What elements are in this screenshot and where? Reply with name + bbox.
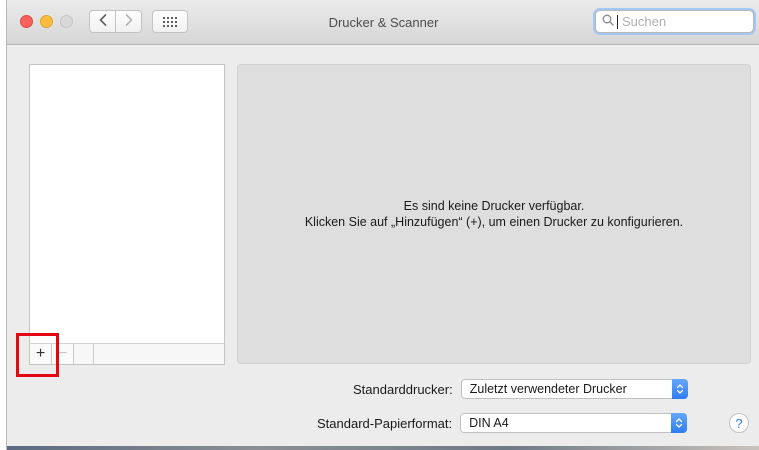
title-bar: Drucker & Scanner xyxy=(7,0,759,45)
text-cursor xyxy=(617,14,618,29)
default-printer-row: Standarddrucker: Zuletzt verwendeter Dru… xyxy=(353,379,688,399)
paper-format-label: Standard-Papierformat: xyxy=(317,415,453,431)
search-field[interactable] xyxy=(595,10,754,33)
toolbar-divider xyxy=(74,344,94,364)
paper-format-value: DIN A4 xyxy=(469,416,509,430)
updown-arrows-icon xyxy=(671,413,688,433)
help-button[interactable]: ? xyxy=(729,413,749,433)
default-printer-label: Standarddrucker: xyxy=(353,381,453,397)
forward-button[interactable] xyxy=(115,10,142,33)
add-printer-button[interactable]: + xyxy=(30,344,52,364)
printer-list-toolbar: + − xyxy=(29,343,225,365)
chevron-right-icon xyxy=(125,13,133,31)
show-all-button[interactable] xyxy=(152,10,188,33)
show-all-grid-icon xyxy=(163,16,177,27)
printer-list[interactable] xyxy=(29,64,225,344)
search-icon xyxy=(602,14,614,29)
default-printer-value: Zuletzt verwendeter Drucker xyxy=(469,382,627,396)
preferences-window: Drucker & Scanner Suchen + − Es sind kei… xyxy=(6,0,759,450)
close-window-button[interactable] xyxy=(20,15,33,28)
back-button[interactable] xyxy=(89,10,116,33)
desktop-background-strip xyxy=(7,446,759,450)
chevron-left-icon xyxy=(99,13,107,31)
updown-arrows-icon xyxy=(671,379,688,399)
no-printers-message: Es sind keine Drucker verfügbar. xyxy=(403,199,585,213)
printer-detail-pane: Es sind keine Drucker verfügbar. Klicken… xyxy=(237,64,751,364)
paper-format-row: Standard-Papierformat: DIN A4 xyxy=(317,413,688,433)
search-input[interactable] xyxy=(622,14,752,29)
default-printer-select[interactable]: Zuletzt verwendeter Drucker xyxy=(460,379,688,399)
zoom-window-button[interactable] xyxy=(60,15,73,28)
add-printer-hint: Klicken Sie auf „Hinzufügen“ (+), um ein… xyxy=(304,215,684,229)
paper-format-select[interactable]: DIN A4 xyxy=(460,413,688,433)
minimize-window-button[interactable] xyxy=(40,15,53,28)
remove-printer-button[interactable]: − xyxy=(52,344,74,364)
